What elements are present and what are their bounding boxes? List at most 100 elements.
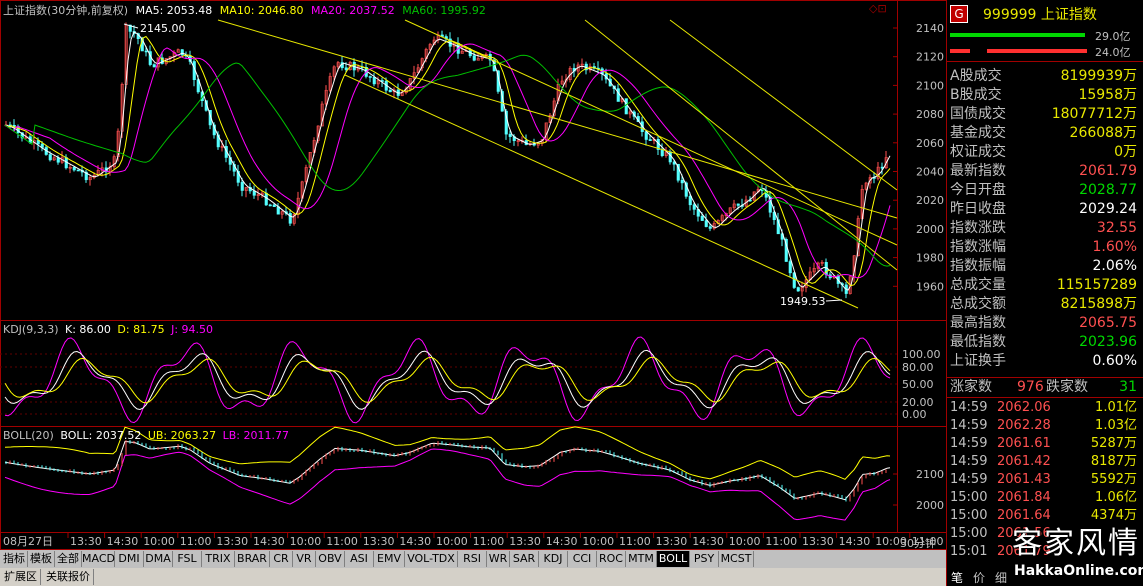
tick-volume: 1.01亿: [1095, 400, 1137, 415]
price-tick-label: 2040: [916, 166, 944, 179]
tick-row[interactable]: 14:59 2062.06 1.01亿: [947, 399, 1141, 417]
tick-row[interactable]: 14:59 2061.61 5287万: [947, 435, 1141, 453]
quote-panel: G 999999 上证指数 29.0亿 24.0亿 A股成交 8199939万 B股…: [947, 0, 1143, 586]
kdj-name: KDJ(9,3,3): [3, 323, 59, 336]
candle-body: [648, 139, 652, 141]
candle-body: [144, 50, 148, 53]
stat-row: B股成交 15958万: [947, 86, 1141, 105]
indicator-tab-trix[interactable]: TRIX: [202, 551, 235, 567]
stat-label: 今日开盘: [950, 182, 1006, 198]
time-start-label: 08月27日: [3, 535, 53, 548]
time-tick-label: 10:00: [729, 535, 761, 548]
bottom-tab[interactable]: 关联报价: [43, 569, 94, 585]
indicator-tab-mtm[interactable]: MTM: [626, 551, 657, 567]
indicator-tab-roc[interactable]: ROC: [597, 551, 626, 567]
stat-label: 上证换手: [950, 353, 1006, 369]
indicator-tab-dma[interactable]: DMA: [144, 551, 173, 567]
stat-value: 266088万: [1069, 125, 1137, 141]
time-tick-label: 10:00: [143, 535, 175, 548]
kdj-tick-label: 50.00: [902, 378, 934, 391]
stat-row: 最低指数 2023.96: [947, 333, 1141, 352]
candle-body: [472, 55, 476, 61]
tick-time: 14:59: [950, 400, 988, 415]
stat-value: 32.55: [1096, 220, 1137, 236]
indicator-tab-kdj[interactable]: KDJ: [539, 551, 568, 567]
time-tick-label: 11:00: [473, 535, 505, 548]
buy-volume-label: 29.0亿: [1095, 30, 1131, 43]
stock-badge: G: [950, 5, 968, 23]
bottom-tab[interactable]: 扩展区: [1, 569, 41, 585]
indicator-tab-fsl[interactable]: FSL: [173, 551, 202, 567]
time-tick-label: 13:30: [363, 535, 395, 548]
stat-value: 2028.77: [1079, 182, 1137, 198]
kdj-k-line: [4, 349, 891, 411]
indicator-tab-asi[interactable]: ASI: [345, 551, 374, 567]
indicator-tab-wr[interactable]: WR: [487, 551, 510, 567]
stat-row: 指数振幅 2.06%: [947, 257, 1141, 276]
candle-body: [688, 196, 692, 206]
tick-row[interactable]: 14:59 2061.43 5592万: [947, 471, 1141, 489]
sell-volume-bar-a: [950, 49, 970, 53]
indicator-tab-rsi[interactable]: RSI: [458, 551, 487, 567]
boll-tick-label: 2100: [916, 468, 944, 481]
candle-body: [268, 204, 272, 207]
stat-label: 最新指数: [950, 163, 1006, 179]
stat-label: 基金成交: [950, 125, 1006, 141]
indicator-tab-cci[interactable]: CCI: [568, 551, 597, 567]
ma20-value: MA20: 2037.52: [311, 4, 395, 17]
tick-time: 15:00: [950, 490, 988, 505]
candle-body: [288, 213, 292, 224]
time-tick-label: 10:00: [436, 535, 468, 548]
indicator-tab-sar[interactable]: SAR: [510, 551, 539, 567]
kdj-lines: [4, 336, 891, 424]
indicator-tab-emv[interactable]: EMV: [374, 551, 405, 567]
indicator-tab-指标[interactable]: 指标: [1, 551, 28, 567]
chart-corner-icons[interactable]: ◇⊡: [869, 2, 887, 15]
indicator-tab-vol-tdx[interactable]: VOL-TDX: [405, 551, 458, 567]
candle-body: [388, 89, 392, 93]
stat-label: 权证成交: [950, 144, 1006, 160]
tick-price: 2061.43: [997, 472, 1051, 487]
indicator-tab-boll[interactable]: BOLL: [657, 551, 690, 567]
price-tick-label: 2060: [916, 137, 944, 150]
stat-value: 2023.96: [1079, 334, 1137, 350]
stat-label: 指数涨幅: [950, 239, 1006, 255]
tick-time: 15:00: [950, 526, 988, 541]
indicator-tab-dmi[interactable]: DMI: [115, 551, 144, 567]
tick-row[interactable]: 14:59 2062.28 1.03亿: [947, 417, 1141, 435]
indicator-tab-psy[interactable]: PSY: [690, 551, 719, 567]
indicator-tab-vr[interactable]: VR: [293, 551, 316, 567]
indicator-tab-macd[interactable]: MACD: [82, 551, 115, 567]
ma10-value: MA10: 2046.80: [219, 4, 304, 17]
watermark-url: HakkaOnline.com: [1012, 563, 1143, 579]
indicator-tab-brar[interactable]: BRAR: [235, 551, 270, 567]
time-tick-label: 13:30: [656, 535, 688, 548]
panel-sep-3: [947, 397, 1143, 398]
tick-tab[interactable]: 笔: [951, 569, 963, 586]
tick-price: 2061.61: [997, 436, 1051, 451]
indicator-tab-mcst[interactable]: MCST: [719, 551, 754, 567]
indicator-tab-cr[interactable]: CR: [270, 551, 293, 567]
tick-row[interactable]: 14:59 2061.42 8187万: [947, 453, 1141, 471]
stat-row: 国债成交 18077712万: [947, 105, 1141, 124]
stat-value: 15958万: [1078, 87, 1137, 103]
ma5-value: MA5: 2053.48: [135, 4, 213, 17]
tick-tab[interactable]: 价: [973, 569, 985, 586]
trend-line: [669, 19, 898, 191]
time-tick-label: 14:30: [253, 535, 285, 548]
chart-title: 上证指数(30分钟,前复权): [3, 4, 129, 17]
indicator-tab-全部[interactable]: 全部: [55, 551, 82, 567]
stat-row: A股成交 8199939万: [947, 67, 1141, 86]
bottom-tab-bar: 扩展区 关联报价: [0, 568, 946, 586]
candle-body: [692, 204, 696, 210]
tick-tab[interactable]: 细: [995, 569, 1007, 586]
up-count: 976: [1017, 379, 1044, 395]
tick-row[interactable]: 15:00 2061.84 1.06亿: [947, 489, 1141, 507]
stat-row: 总成交额 8215898万: [947, 295, 1141, 314]
stat-value: 115157289: [1056, 277, 1137, 293]
indicator-tab-模板[interactable]: 模板: [28, 551, 55, 567]
period-selector[interactable]: 30分钟: [900, 535, 936, 551]
sell-volume-label: 24.0亿: [1095, 46, 1131, 59]
indicator-tab-obv[interactable]: OBV: [316, 551, 345, 567]
candle-body: [48, 154, 52, 161]
